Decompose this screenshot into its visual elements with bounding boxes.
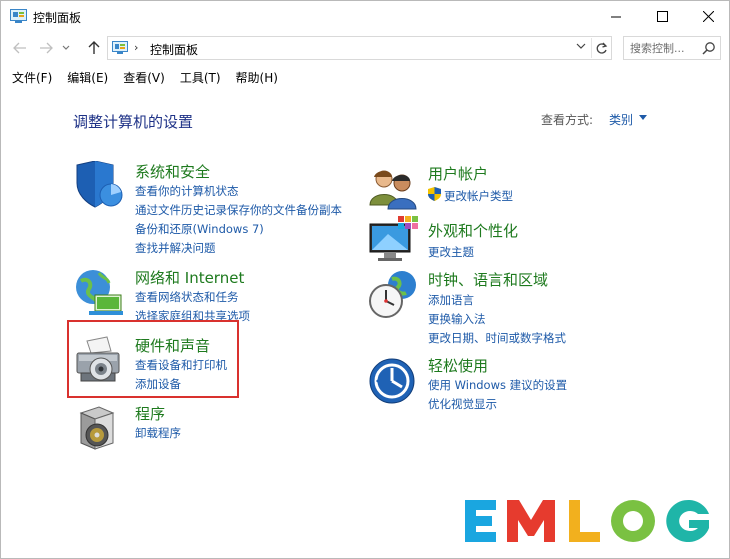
link-change-account-type[interactable]: 更改帐户类型 xyxy=(444,188,513,204)
category-title[interactable]: 外观和个性化 xyxy=(428,220,518,241)
clock-globe-icon[interactable] xyxy=(368,269,420,321)
link-network-status[interactable]: 查看网络状态和任务 xyxy=(135,289,239,305)
maximize-button[interactable] xyxy=(639,1,685,32)
category-system-security: 系统和安全 查看你的计算机状态 通过文件历史记录保存你的文件备份副本 备份和还原… xyxy=(73,161,373,256)
category-title[interactable]: 系统和安全 xyxy=(135,161,210,182)
view-by-dropdown[interactable]: 类别 xyxy=(609,111,633,128)
link-add-language[interactable]: 添加语言 xyxy=(428,292,474,308)
maximize-icon xyxy=(656,11,668,22)
minimize-button[interactable] xyxy=(593,1,639,32)
category-user-accounts: 用户帐户 更改帐户类型 xyxy=(368,163,668,210)
control-panel-window: 控制面板 › 控制面板 搜索控制... 文件(F) 编辑(E) 查看(V) 工具… xyxy=(0,0,730,559)
category-ease-of-access: 轻松使用 使用 Windows 建议的设置 优化视觉显示 xyxy=(368,355,668,411)
ease-of-access-icon[interactable] xyxy=(368,355,420,407)
programs-icon[interactable] xyxy=(73,403,125,455)
link-change-theme[interactable]: 更改主题 xyxy=(428,244,474,260)
main-content: 调整计算机的设置 查看方式: 类别 系统和安全 查看你的计算机状态 通过文件历史… xyxy=(1,91,729,558)
back-button[interactable] xyxy=(9,37,31,59)
menu-bar: 文件(F) 编辑(E) 查看(V) 工具(T) 帮助(H) xyxy=(1,65,729,89)
window-title: 控制面板 xyxy=(33,11,82,25)
category-title[interactable]: 时钟、语言和区域 xyxy=(428,269,548,290)
category-title[interactable]: 轻松使用 xyxy=(428,355,488,376)
chevron-down-icon xyxy=(62,45,70,50)
search-box[interactable] xyxy=(623,36,721,60)
view-by-label: 查看方式: xyxy=(541,113,594,127)
category-network-internet: 网络和 Internet 查看网络状态和任务 选择家庭组和共享选项 xyxy=(73,267,373,323)
breadcrumb[interactable]: 控制面板 xyxy=(150,41,198,58)
search-input[interactable] xyxy=(630,41,700,56)
forward-button[interactable] xyxy=(35,37,57,59)
emlog-watermark: EMLOG xyxy=(437,490,728,557)
menu-help[interactable]: 帮助(H) xyxy=(231,65,283,89)
network-icon[interactable] xyxy=(73,267,125,319)
page-title: 调整计算机的设置 xyxy=(73,113,194,131)
title-bar: 控制面板 xyxy=(1,1,729,32)
link-file-history[interactable]: 通过文件历史记录保存你的文件备份副本 xyxy=(135,202,342,218)
close-button[interactable] xyxy=(685,1,730,32)
category-appearance: 外观和个性化 更改主题 xyxy=(368,216,668,262)
link-change-input-method[interactable]: 更换输入法 xyxy=(428,311,486,327)
address-bar[interactable]: › 控制面板 xyxy=(107,36,612,60)
control-panel-icon xyxy=(112,41,128,54)
link-uninstall[interactable]: 卸载程序 xyxy=(135,425,181,441)
category-clock-language: 时钟、语言和区域 添加语言 更换输入法 更改日期、时间或数字格式 xyxy=(368,269,668,346)
menu-file[interactable]: 文件(F) xyxy=(7,65,57,89)
link-troubleshoot[interactable]: 查找并解决问题 xyxy=(135,240,216,256)
view-by-arrow-icon[interactable] xyxy=(639,115,647,120)
recent-locations-button[interactable] xyxy=(59,37,73,59)
up-button[interactable] xyxy=(83,37,105,59)
close-icon xyxy=(702,11,714,22)
breadcrumb-separator-icon: › xyxy=(134,41,139,54)
menu-tools[interactable]: 工具(T) xyxy=(175,65,226,89)
arrow-up-icon xyxy=(88,41,100,54)
menu-view[interactable]: 查看(V) xyxy=(118,65,170,89)
search-icon xyxy=(702,42,715,55)
category-title[interactable]: 程序 xyxy=(135,403,165,424)
address-dropdown-button[interactable] xyxy=(573,41,589,55)
menu-edit[interactable]: 编辑(E) xyxy=(62,65,113,89)
link-optimize-display[interactable]: 优化视觉显示 xyxy=(428,396,497,412)
uac-shield-icon xyxy=(428,187,441,201)
control-panel-app-icon xyxy=(10,9,27,23)
link-recommended-settings[interactable]: 使用 Windows 建议的设置 xyxy=(428,377,567,393)
minimize-icon xyxy=(610,16,621,18)
category-title[interactable]: 用户帐户 xyxy=(428,163,488,184)
link-view-status[interactable]: 查看你的计算机状态 xyxy=(135,183,239,199)
monitor-icon[interactable] xyxy=(368,216,420,268)
navigation-bar: › 控制面板 xyxy=(1,34,729,62)
refresh-icon xyxy=(596,42,608,54)
link-backup-restore[interactable]: 备份和还原(Windows 7) xyxy=(135,221,264,237)
link-change-date-time[interactable]: 更改日期、时间或数字格式 xyxy=(428,330,566,346)
chevron-down-icon xyxy=(576,43,586,49)
refresh-button[interactable] xyxy=(591,38,611,58)
arrow-left-icon xyxy=(13,42,26,54)
category-programs: 程序 卸载程序 xyxy=(73,403,273,453)
category-title[interactable]: 网络和 Internet xyxy=(135,267,244,288)
shield-icon[interactable] xyxy=(73,161,125,213)
highlight-box xyxy=(67,320,239,398)
users-icon[interactable] xyxy=(368,165,420,217)
arrow-right-icon xyxy=(40,42,53,54)
emlog-logo xyxy=(465,500,709,542)
